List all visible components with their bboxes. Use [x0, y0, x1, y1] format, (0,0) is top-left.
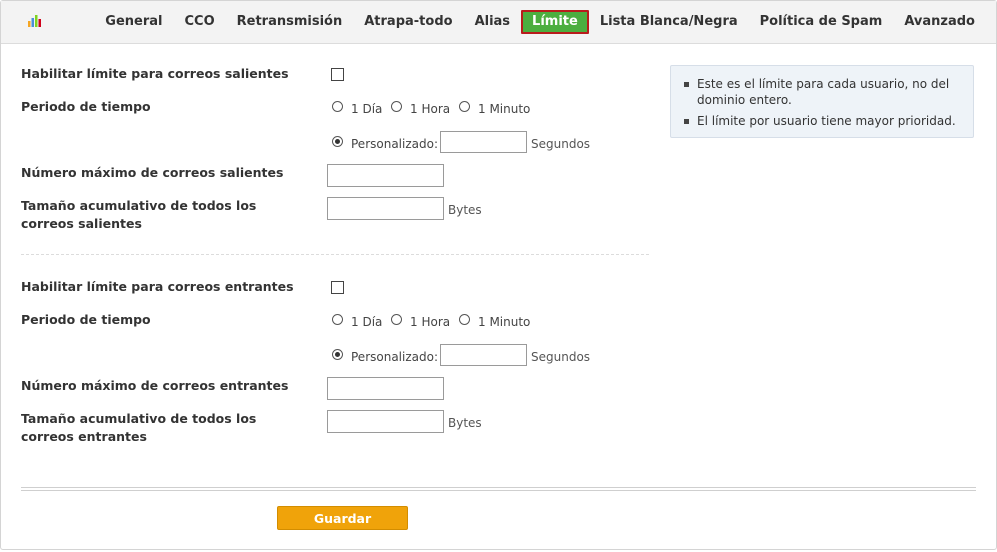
- incoming-radio-minute-label: 1 Minuto: [478, 315, 531, 329]
- tab-strip: General CCO Retransmisión Atrapa-todo Al…: [94, 9, 986, 35]
- outgoing-radio-hour[interactable]: [391, 101, 402, 112]
- incoming-radio-custom-label: Personalizado:: [351, 350, 438, 364]
- incoming-radio-custom[interactable]: [332, 349, 343, 360]
- save-changes-button[interactable]: Guardar cambios: [277, 506, 408, 548]
- tab-limite[interactable]: Límite: [521, 10, 589, 34]
- outgoing-max-input[interactable]: [327, 164, 444, 187]
- outgoing-radio-custom[interactable]: [332, 136, 343, 147]
- outgoing-enable-checkbox[interactable]: [331, 68, 344, 81]
- outgoing-radio-custom-label: Personalizado:: [351, 137, 438, 151]
- incoming-bytes-unit: Bytes: [448, 416, 482, 430]
- outgoing-radio-day[interactable]: [332, 101, 343, 112]
- outgoing-custom-seconds-input[interactable]: [440, 131, 527, 153]
- footer-separator: [21, 487, 976, 491]
- outgoing-size-label: Tamaño acumulativo de todos los correos …: [21, 198, 257, 231]
- tab-retransmision[interactable]: Retransmisión: [226, 10, 354, 34]
- info-note-item: El límite por usuario tiene mayor priori…: [683, 113, 963, 129]
- outgoing-radio-minute-label: 1 Minuto: [478, 102, 531, 116]
- top-nav-bar: General CCO Retransmisión Atrapa-todo Al…: [1, 1, 996, 44]
- info-note: Este es el límite para cada usuario, no …: [670, 65, 974, 138]
- incoming-max-label: Número máximo de correos entrantes: [21, 378, 289, 393]
- tab-atrapa-todo[interactable]: Atrapa-todo: [353, 10, 463, 34]
- incoming-radio-hour-label: 1 Hora: [410, 315, 451, 329]
- incoming-size-input[interactable]: [327, 410, 444, 433]
- tab-politica-spam[interactable]: Política de Spam: [749, 10, 894, 34]
- incoming-radio-hour[interactable]: [391, 314, 402, 325]
- incoming-radio-day-label: 1 Día: [351, 315, 383, 329]
- incoming-size-label: Tamaño acumulativo de todos los correos …: [21, 411, 257, 444]
- tab-lista-blanca-negra[interactable]: Lista Blanca/Negra: [589, 10, 749, 34]
- incoming-period-label: Periodo de tiempo: [21, 312, 151, 327]
- outgoing-radio-hour-label: 1 Hora: [410, 102, 451, 116]
- incoming-max-input[interactable]: [327, 377, 444, 400]
- outgoing-radio-day-label: 1 Día: [351, 102, 383, 116]
- tab-general[interactable]: General: [94, 10, 173, 34]
- outgoing-seconds-unit: Segundos: [531, 137, 591, 151]
- outgoing-period-label: Periodo de tiempo: [21, 99, 151, 114]
- outgoing-radio-minute[interactable]: [459, 101, 470, 112]
- incoming-enable-label: Habilitar límite para correos entrantes: [21, 279, 294, 294]
- tab-avanzado[interactable]: Avanzado: [893, 10, 986, 34]
- settings-panel: General CCO Retransmisión Atrapa-todo Al…: [0, 0, 997, 550]
- section-divider: [21, 254, 649, 255]
- incoming-radio-day[interactable]: [332, 314, 343, 325]
- outgoing-enable-label: Habilitar límite para correos salientes: [21, 66, 289, 81]
- outgoing-bytes-unit: Bytes: [448, 203, 482, 217]
- incoming-custom-seconds-input[interactable]: [440, 344, 527, 366]
- chart-logo-icon: [28, 15, 41, 27]
- outgoing-max-label: Número máximo de correos salientes: [21, 165, 284, 180]
- incoming-enable-checkbox[interactable]: [331, 281, 344, 294]
- outgoing-size-input[interactable]: [327, 197, 444, 220]
- tab-cco[interactable]: CCO: [173, 10, 225, 34]
- info-note-item: Este es el límite para cada usuario, no …: [683, 76, 963, 108]
- incoming-radio-minute[interactable]: [459, 314, 470, 325]
- tab-alias[interactable]: Alias: [464, 10, 521, 34]
- incoming-seconds-unit: Segundos: [531, 350, 591, 364]
